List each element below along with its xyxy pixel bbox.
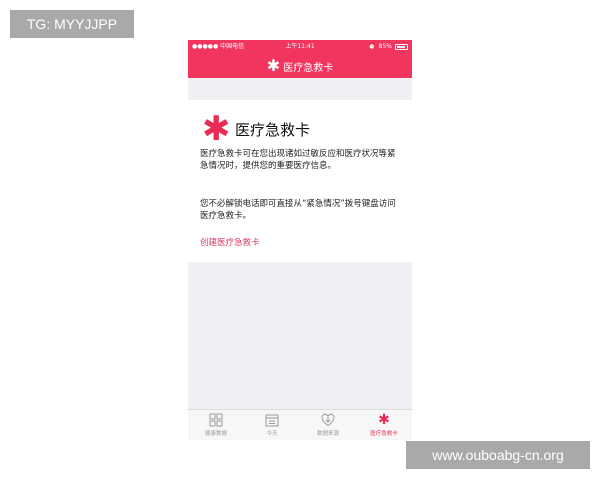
alarm-icon: ⏰ <box>368 43 376 50</box>
phone-screen: ●●●●● 中国电信 上午11:41 ⏰ 85% ✱ 医疗急救卡 ✱ 医疗急救卡… <box>188 40 412 440</box>
medical-id-card: ✱ 医疗急救卡 医疗急救卡可在您出现诸如过敏反应和医疗状况等紧急情况时，提供您的… <box>188 100 412 262</box>
card-title: 医疗急救卡 <box>235 120 311 139</box>
tab-label: 今天 <box>266 431 278 437</box>
battery-percent: 85% <box>378 43 392 50</box>
watermark-top-left: TG: MYYJJPP <box>10 10 134 38</box>
grid-icon <box>209 413 223 427</box>
medical-asterisk-icon: ✱ <box>202 109 231 149</box>
tab-health-data[interactable]: 健康数据 <box>188 410 244 440</box>
card-description-1: 医疗急救卡可在您出现诸如过敏反应和医疗状况等紧急情况时，提供您的重要医疗信息。 <box>200 149 396 171</box>
medical-asterisk-icon: ✱ <box>378 412 390 428</box>
tab-today[interactable]: 今天 <box>244 410 300 440</box>
download-heart-icon <box>321 413 335 427</box>
battery-status: ⏰ 85% <box>368 40 408 54</box>
create-medical-id-link[interactable]: 创建医疗急救卡 <box>200 236 260 248</box>
watermark-bottom-right: www.ouboabg-cn.org <box>406 441 590 469</box>
calendar-icon <box>265 414 279 427</box>
status-bar: ●●●●● 中国电信 上午11:41 ⏰ 85% <box>188 40 412 54</box>
tab-label: 医疗急救卡 <box>370 431 398 437</box>
tab-medical-id[interactable]: ✱ 医疗急救卡 <box>356 410 412 440</box>
battery-icon <box>395 44 408 50</box>
nav-title: 医疗急救卡 <box>283 62 334 74</box>
card-header: ✱ 医疗急救卡 <box>202 112 310 146</box>
card-description-2: 您不必解锁电话即可直接从“紧急情况”拨号键盘访问医疗急救卡。 <box>200 199 396 221</box>
nav-bar: ✱ 医疗急救卡 <box>188 54 412 78</box>
tab-label: 健康数据 <box>204 431 227 437</box>
asterisk-icon: ✱ <box>266 56 281 75</box>
tab-sources[interactable]: 数据来源 <box>300 410 356 440</box>
tab-label: 数据来源 <box>316 431 339 437</box>
tab-bar: 健康数据 今天 数据来源 ✱ 医疗急救卡 <box>188 409 412 440</box>
